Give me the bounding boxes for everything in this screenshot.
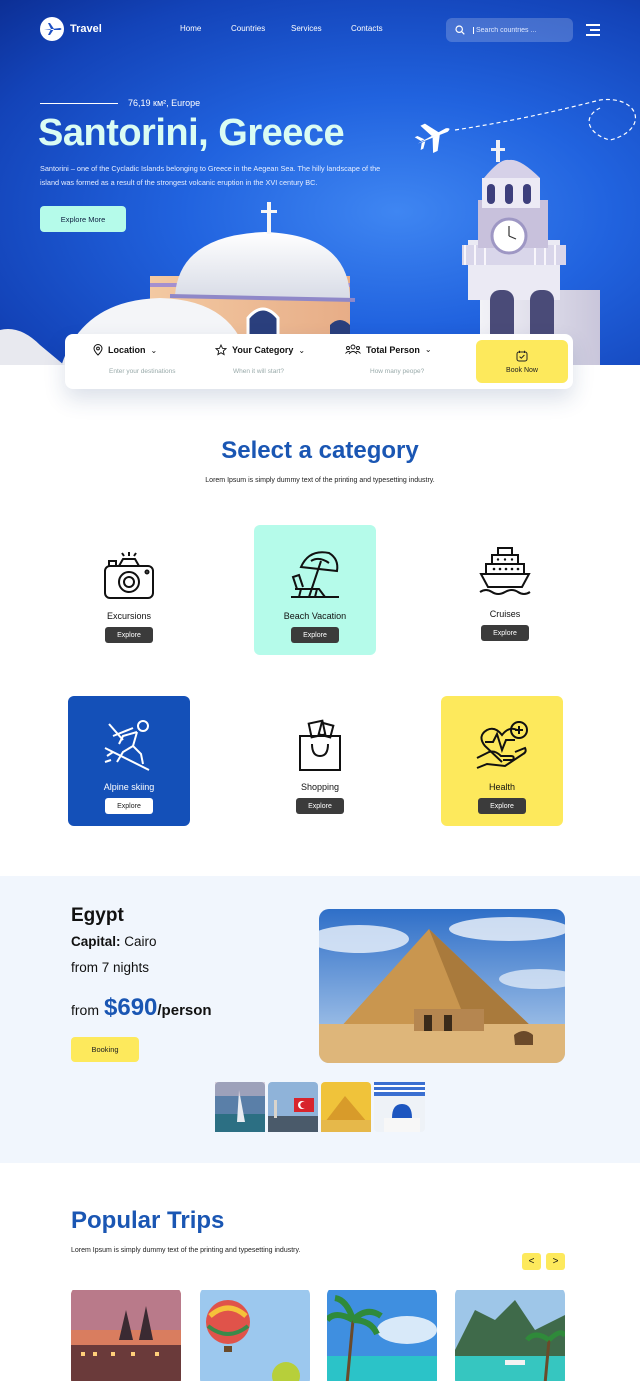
- total-person-label: Total Person: [366, 344, 420, 355]
- brand-name: Travel: [70, 23, 102, 35]
- explore-button[interactable]: Explore: [291, 627, 339, 643]
- book-now-button[interactable]: Book Now: [476, 340, 568, 383]
- destination-price: from $690/person: [71, 994, 212, 1022]
- trip-card-balloons[interactable]: [200, 1287, 310, 1381]
- nav-countries[interactable]: Countries: [231, 24, 265, 33]
- hero-area: 76,19 км², Europe: [128, 98, 201, 108]
- trip-card-prague[interactable]: [71, 1287, 181, 1381]
- book-now-label: Book Now: [506, 366, 538, 374]
- hero-title: Santorini, Greece: [38, 112, 345, 154]
- category-section-subtitle: Lorem Ipsum is simply dummy text of the …: [205, 477, 435, 484]
- explore-button[interactable]: Explore: [105, 798, 153, 814]
- shopping-bag-icon: [296, 714, 344, 772]
- divider-line: [40, 103, 118, 104]
- category-card-beach-vacation[interactable]: Beach Vacation Explore: [254, 525, 376, 655]
- category-label: Your Category: [232, 345, 294, 355]
- trip-card-thailand[interactable]: [455, 1287, 565, 1381]
- total-person-field[interactable]: Total Person ⌄: [345, 344, 432, 355]
- nav-contacts[interactable]: Contacts: [351, 24, 383, 33]
- clock-tower-image: [462, 140, 600, 365]
- category-name: Alpine skiing: [103, 782, 155, 792]
- destination-country: Egypt: [71, 905, 124, 926]
- category-card-shopping[interactable]: Shopping Explore: [259, 696, 381, 826]
- category-field[interactable]: Your Category ⌄: [215, 344, 305, 356]
- people-icon: [345, 344, 361, 355]
- nav-services[interactable]: Services: [291, 24, 322, 33]
- price-suffix: /person: [157, 1002, 212, 1019]
- cruise-ship-icon: [478, 541, 532, 599]
- explore-button[interactable]: Explore: [481, 625, 529, 641]
- category-card-health[interactable]: Health Explore: [441, 696, 563, 826]
- location-field[interactable]: Location ⌄: [93, 344, 157, 356]
- popular-section-title: Popular Trips: [71, 1207, 225, 1234]
- capital-label: Capital:: [71, 934, 121, 949]
- explore-more-button[interactable]: Explore More: [40, 206, 126, 232]
- pyramid-image: [319, 909, 565, 1063]
- location-pin-icon: [93, 344, 103, 356]
- carousel-prev-button[interactable]: <: [522, 1253, 541, 1270]
- explore-button[interactable]: Explore: [478, 798, 526, 814]
- capital-value: Cairo: [124, 934, 157, 949]
- category-name: Shopping: [300, 782, 340, 792]
- thumbnail-dubai[interactable]: [215, 1082, 265, 1132]
- camera-icon: [103, 543, 155, 601]
- airplane-icon: [414, 123, 450, 153]
- thumbnail-pyramids[interactable]: [321, 1082, 371, 1132]
- thumbnail-greece[interactable]: [374, 1082, 425, 1132]
- total-person-hint: How many peope?: [370, 368, 425, 375]
- skier-icon: [103, 714, 155, 772]
- category-name: Cruises: [489, 609, 521, 619]
- destination-capital: Capital: Cairo: [71, 934, 157, 949]
- nav-home[interactable]: Home: [180, 24, 201, 33]
- chevron-down-icon: ⌄: [298, 345, 306, 355]
- beach-umbrella-icon: [289, 543, 341, 601]
- booking-bar: Location ⌄ Enter your destinations Your …: [65, 334, 573, 389]
- category-card-excursions[interactable]: Excursions Explore: [68, 525, 190, 655]
- category-section-title: Select a category: [221, 437, 419, 464]
- airplane-logo-icon: [40, 17, 64, 41]
- calendar-check-icon: [516, 350, 528, 361]
- destination-nights: from 7 nights: [71, 960, 150, 975]
- category-name: Health: [488, 782, 515, 792]
- search-icon: [455, 25, 465, 35]
- menu-icon[interactable]: [586, 24, 600, 36]
- thumbnail-turkey[interactable]: [268, 1082, 318, 1132]
- hero-description: Santorini – one of the Cycladic Islands …: [40, 164, 381, 187]
- trip-card-tropical[interactable]: [327, 1287, 437, 1381]
- location-hint: Enter your destinations: [109, 368, 176, 375]
- popular-section-subtitle: Lorem Ipsum is simply dummy text of the …: [71, 1247, 301, 1254]
- brand-logo[interactable]: Travel: [40, 17, 102, 41]
- category-card-alpine-skiing[interactable]: Alpine skiing Explore: [68, 696, 190, 826]
- category-hint: When it will start?: [233, 368, 284, 375]
- health-heart-icon: [475, 714, 529, 772]
- carousel-next-button[interactable]: >: [546, 1253, 565, 1270]
- star-icon: [215, 344, 227, 356]
- category-name: Excursions: [106, 611, 151, 621]
- booking-button[interactable]: Booking: [71, 1037, 139, 1062]
- hero-banner: Travel Home Countries Services Contacts …: [0, 0, 640, 365]
- chevron-down-icon: ⌄: [424, 345, 432, 354]
- search-box[interactable]: [446, 18, 573, 42]
- explore-button[interactable]: Explore: [105, 627, 153, 643]
- location-label: Location: [108, 345, 146, 355]
- explore-button[interactable]: Explore: [296, 798, 344, 814]
- chevron-down-icon: ⌄: [150, 345, 158, 355]
- category-name: Beach Vacation: [283, 611, 347, 621]
- price-prefix: from: [71, 1002, 99, 1018]
- category-card-cruises[interactable]: Cruises Explore: [444, 523, 566, 653]
- search-input[interactable]: [473, 26, 563, 34]
- price-value: $690: [104, 994, 158, 1021]
